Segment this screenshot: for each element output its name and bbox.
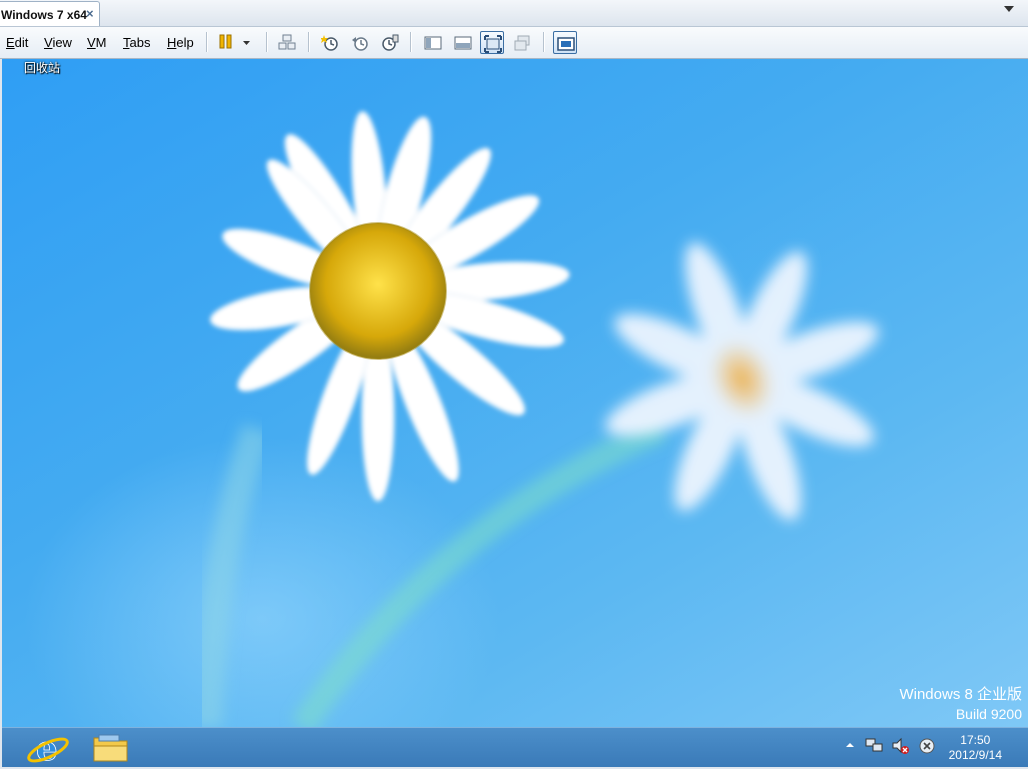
snapshot-icon bbox=[321, 35, 338, 51]
toolbar-separator bbox=[308, 32, 310, 52]
volume-muted-icon[interactable] bbox=[891, 737, 911, 755]
menu-help[interactable]: Help bbox=[167, 35, 194, 50]
taskbar-file-explorer[interactable] bbox=[86, 730, 138, 766]
console-view-icon bbox=[557, 37, 575, 51]
action-center-icon[interactable] bbox=[917, 737, 937, 755]
toolbar-separator bbox=[410, 32, 412, 52]
menu-toolbar: Edit View VM Tabs Help bbox=[0, 27, 1028, 59]
pause-dropdown-button[interactable] bbox=[239, 31, 253, 54]
recycle-bin-label[interactable]: 回收站 bbox=[24, 59, 60, 76]
revert-snapshot-icon bbox=[352, 37, 368, 51]
network-icon[interactable] bbox=[865, 737, 885, 755]
revert-snapshot-button[interactable] bbox=[348, 31, 372, 54]
fullscreen-icon bbox=[484, 35, 502, 53]
quick-switch-button[interactable] bbox=[451, 31, 475, 54]
taskbar-clock[interactable]: 17:50 2012/9/14 bbox=[949, 733, 1002, 763]
close-icon[interactable]: × bbox=[86, 6, 94, 21]
taskbar: e 17:50 2012/9/14 bbox=[2, 727, 1028, 769]
toolbar-separator bbox=[543, 32, 545, 52]
file-explorer-icon bbox=[93, 734, 128, 762]
menu-view[interactable]: View bbox=[44, 35, 72, 50]
unity-icon bbox=[514, 35, 530, 51]
console-view-button[interactable] bbox=[553, 31, 577, 54]
normal-view-button[interactable] bbox=[421, 31, 445, 54]
build-watermark: Build 9200 bbox=[955, 706, 1022, 722]
clock-time: 17:50 bbox=[960, 733, 991, 747]
pause-icon bbox=[219, 34, 232, 49]
menu-edit[interactable]: Edit bbox=[6, 35, 28, 50]
normal-view-icon bbox=[424, 36, 442, 50]
daisy-wallpaper bbox=[192, 111, 879, 727]
internet-explorer-icon: e bbox=[27, 729, 69, 769]
tab-list-arrow-icon[interactable] bbox=[1004, 6, 1014, 12]
toolbar-separator bbox=[206, 32, 208, 52]
unity-button[interactable] bbox=[511, 31, 535, 54]
tab-windows-7-x64[interactable]: Windows 7 x64 × bbox=[0, 1, 100, 26]
quick-switch-icon bbox=[454, 36, 472, 50]
clock-date: 2012/9/14 bbox=[948, 748, 1002, 762]
menu-vm[interactable]: VM bbox=[87, 35, 107, 50]
taskbar-internet-explorer[interactable]: e bbox=[24, 729, 76, 769]
show-hidden-icons-icon[interactable] bbox=[844, 738, 856, 752]
vm-tab-strip: Windows 7 x64 × bbox=[0, 0, 1028, 27]
toolbar-separator bbox=[266, 32, 268, 52]
send-ctrl-alt-del-button[interactable] bbox=[275, 31, 299, 54]
os-watermark: Windows 8 企业版 bbox=[899, 686, 1022, 703]
menu-tabs[interactable]: Tabs bbox=[123, 35, 150, 50]
pause-button[interactable] bbox=[216, 31, 234, 54]
fullscreen-button[interactable] bbox=[480, 31, 504, 54]
dropdown-icon bbox=[243, 41, 250, 45]
tab-label: Windows 7 x64 bbox=[1, 8, 87, 22]
snapshot-manager-button[interactable] bbox=[378, 31, 402, 54]
guest-desktop[interactable]: 回收站 Windows 8 企业版 Build 9200 bbox=[2, 59, 1028, 727]
snapshot-manager-icon bbox=[382, 34, 399, 51]
take-snapshot-button[interactable] bbox=[318, 31, 342, 54]
send-keys-icon bbox=[278, 34, 296, 50]
